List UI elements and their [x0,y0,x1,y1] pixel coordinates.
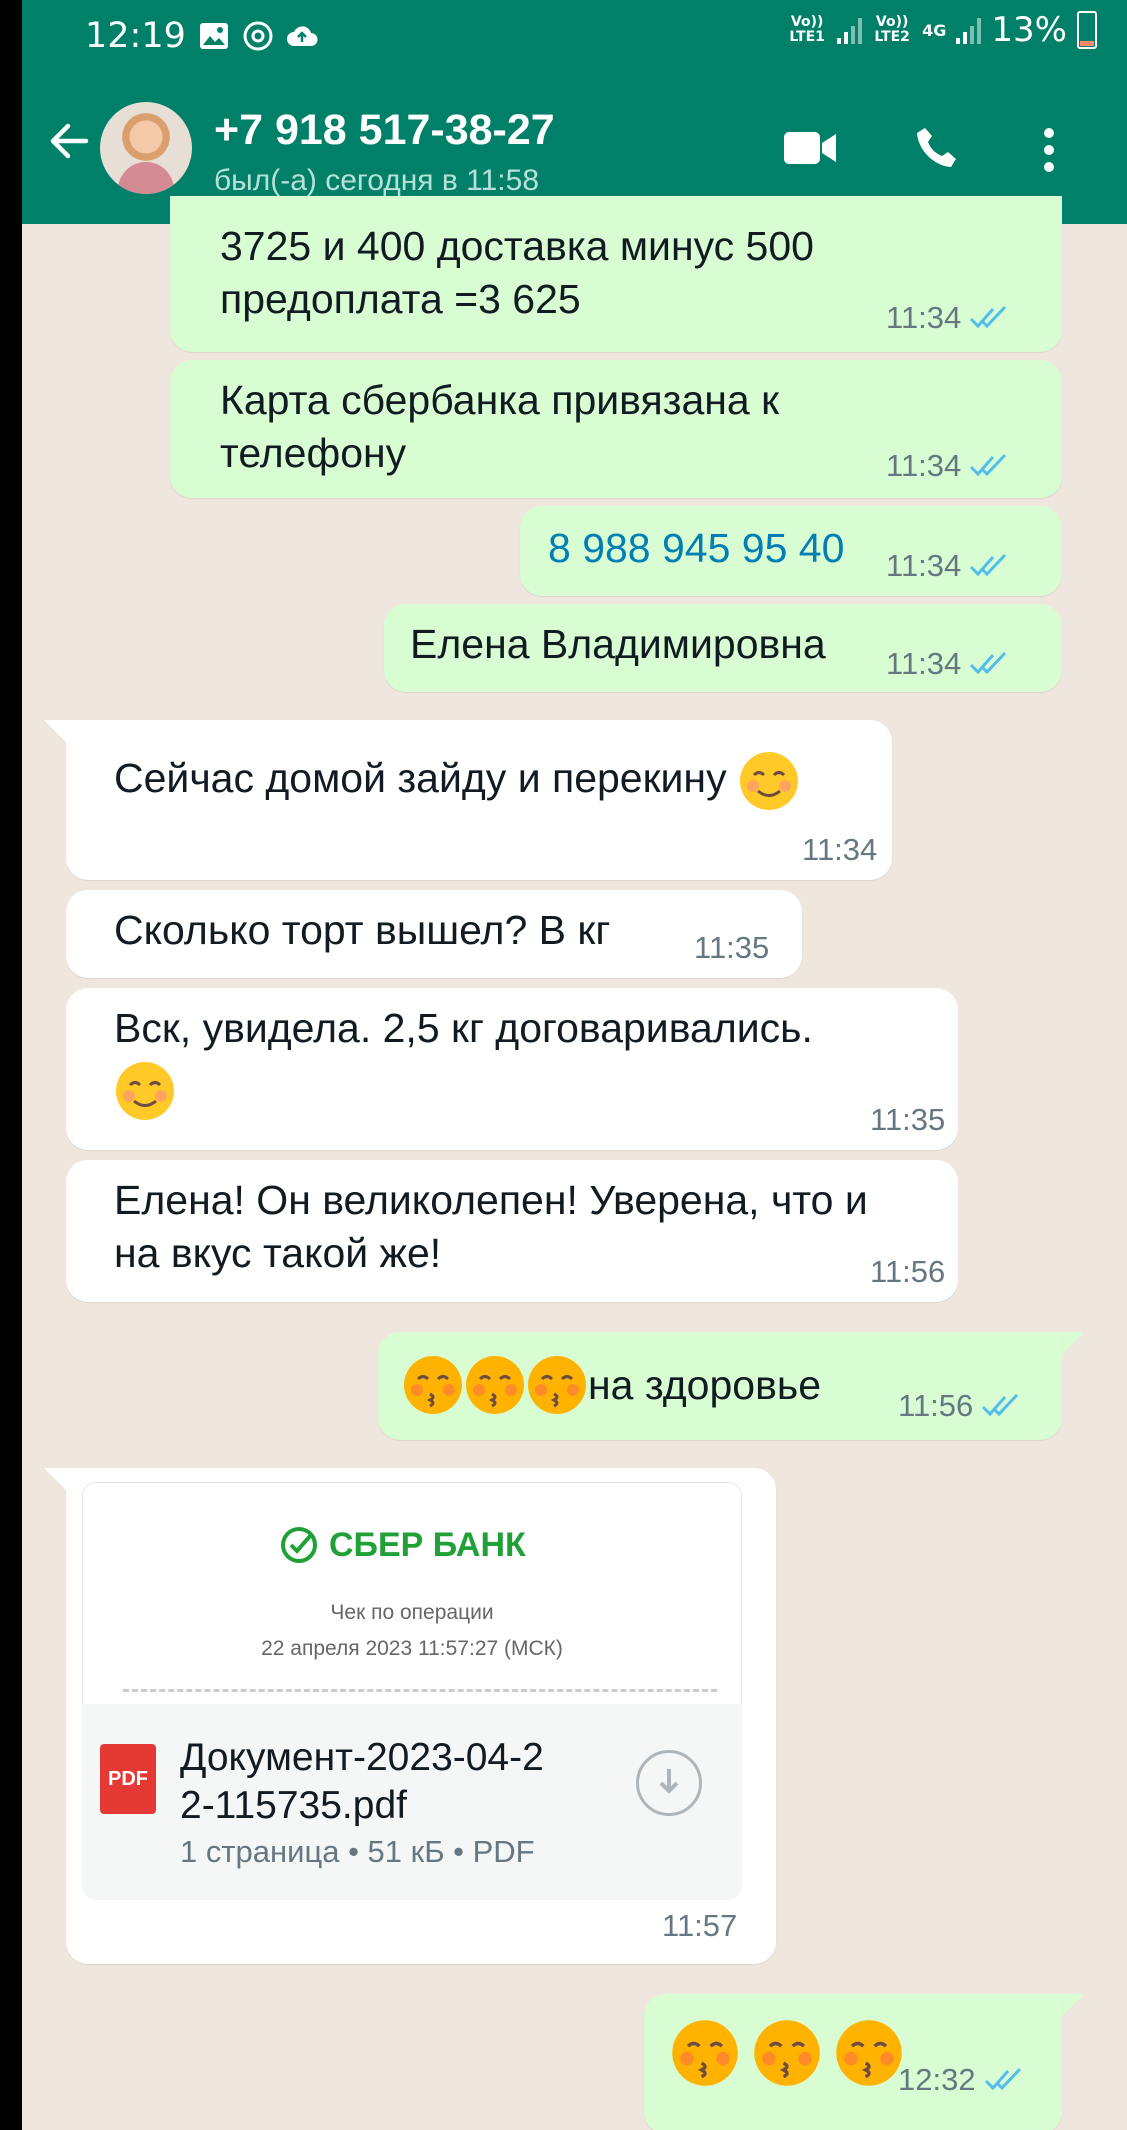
message-meta: 11:34 [886,646,1011,682]
message-time: 11:56 [870,1254,946,1289]
battery-percent: 13% [991,10,1067,50]
bubble-tail [1062,1994,1084,2016]
message-meta: 12:32 [898,2062,1026,2098]
receipt-date: 22 апреля 2023 11:57:27 (МСК) [261,1637,563,1660]
bubble-tail [1062,1332,1084,1354]
message-time: 11:57 [662,1908,738,1943]
status-right: Vo)) LTE1 Vo)) LTE2 4G 13% [787,10,1097,50]
signal-bars-2-icon [956,16,982,44]
file-details: 1 страница • 51 кБ • PDF [180,1834,535,1869]
document-preview[interactable]: СБЕР БАНК Чек по операции 22 апреля 2023… [82,1482,742,1706]
read-double-check-icon [982,1393,1019,1417]
sber-logo: СБЕР БАНК [279,1525,526,1565]
message-time: 11:34 [886,300,962,335]
message-text: Елена Владимировна [410,621,826,667]
read-double-check-icon [970,553,1007,577]
download-arrow-icon [659,1769,679,1794]
kissing-face-emoji-icon [672,2020,738,2086]
document-message[interactable]: СБЕР БАНК Чек по операции 22 апреля 2023… [66,1468,776,1964]
signal-bars-1-icon [837,16,863,44]
message-text: Карта сбербанка привязана к телефону [220,377,780,476]
message-outgoing[interactable]: 12:32 [644,1994,1062,2130]
message-meta: 11:56 [898,1388,1023,1424]
sim1-indicator: Vo)) LTE1 [789,14,825,45]
message-time: 11:35 [694,930,770,965]
gallery-icon [200,23,228,49]
smiling-face-emoji-icon [739,752,798,810]
read-double-check-icon [970,453,1007,477]
smiling-face-emoji-icon [116,1062,174,1120]
back-arrow-icon[interactable] [44,116,94,166]
receipt-title: Чек по операции [330,1601,494,1624]
kissing-face-emoji-icon [754,2020,820,2086]
divider [123,1689,717,1692]
download-button[interactable] [636,1750,702,1816]
bubble-tail [44,720,66,742]
contact-title[interactable]: +7 918 517-38-27 [214,106,555,155]
contact-avatar[interactable] [100,102,192,194]
message-time: 11:35 [870,1102,946,1137]
kissing-face-emoji-icon [404,1356,462,1414]
battery-icon [1077,11,1097,49]
chat-screen: 12:19 Vo)) LTE1 Vo)) LTE2 4G 13% +7 918 … [22,0,1127,2130]
message-outgoing[interactable]: 3725 и 400 доставка минус 500 предоплата… [170,196,1062,352]
bubble-tail [44,1468,66,1490]
phone-call-icon[interactable] [912,124,960,172]
sim2-indicator: Vo)) LTE2 [874,14,910,45]
message-time: 11:56 [898,1388,974,1423]
message-incoming[interactable]: Елена! Он великолепен! Уверена, что и на… [66,1160,958,1302]
pdf-file-icon: PDF [100,1744,156,1814]
status-time: 12:19 [85,16,186,56]
message-text: Сколько торт вышел? В кг [114,907,611,953]
message-outgoing[interactable]: на здоровье 11:56 [378,1332,1062,1440]
message-incoming[interactable]: Вск, увидела. 2,5 кг договаривались. 11:… [66,988,958,1150]
network-type: 4G [922,20,947,40]
kissing-face-emoji-icon [466,1356,524,1414]
message-meta: 11:34 [886,300,1011,336]
message-text: Вск, увидела. 2,5 кг договаривались. [114,1005,813,1051]
message-time: 11:34 [802,832,878,867]
message-time: 12:32 [898,2062,976,2097]
read-double-check-icon [984,2067,1021,2091]
sync-icon [243,21,273,51]
message-meta: 11:34 [886,548,1011,584]
message-text: на здоровье [402,1354,821,1416]
message-time: 11:34 [886,448,962,483]
message-outgoing[interactable]: 8 988 945 95 40 11:34 [520,506,1062,596]
status-bar: 12:19 Vo)) LTE1 Vo)) LTE2 4G 13% [22,0,1127,76]
message-outgoing[interactable]: Карта сбербанка привязана к телефону 11:… [170,360,1062,498]
read-double-check-icon [970,651,1007,675]
sber-check-icon [281,1527,317,1563]
message-text: Елена! Он великолепен! Уверена, что и на… [114,1177,868,1276]
message-time: 11:34 [886,646,962,681]
read-double-check-icon [970,305,1007,329]
file-name: Документ-2023-04-2 2-115735.pdf [180,1736,544,1827]
message-incoming[interactable]: Сейчас домой зайду и перекину 11:34 [66,720,892,880]
kissing-face-emoji-icon [836,2020,902,2086]
emoji-row [670,2018,904,2088]
message-incoming[interactable]: Сколько торт вышел? В кг 11:35 [66,890,802,978]
kissing-face-emoji-icon [528,1356,586,1414]
cloud-upload-icon [287,26,318,46]
message-time: 11:34 [886,548,962,583]
message-text: Сейчас домой зайду и перекину [114,750,800,812]
document-info[interactable]: PDF Документ-2023-04-2 2-115735.pdf 1 ст… [82,1704,742,1900]
message-outgoing[interactable]: Елена Владимировна 11:34 [384,604,1062,692]
message-meta: 11:34 [886,448,1011,484]
more-vert-icon[interactable] [1042,126,1056,174]
video-call-icon[interactable] [782,128,838,168]
phone-number-link[interactable]: 8 988 945 95 40 [548,522,844,575]
message-text: 3725 и 400 доставка минус 500 предоплата… [220,223,814,322]
last-seen-status: был(-а) сегодня в 11:58 [214,164,540,197]
